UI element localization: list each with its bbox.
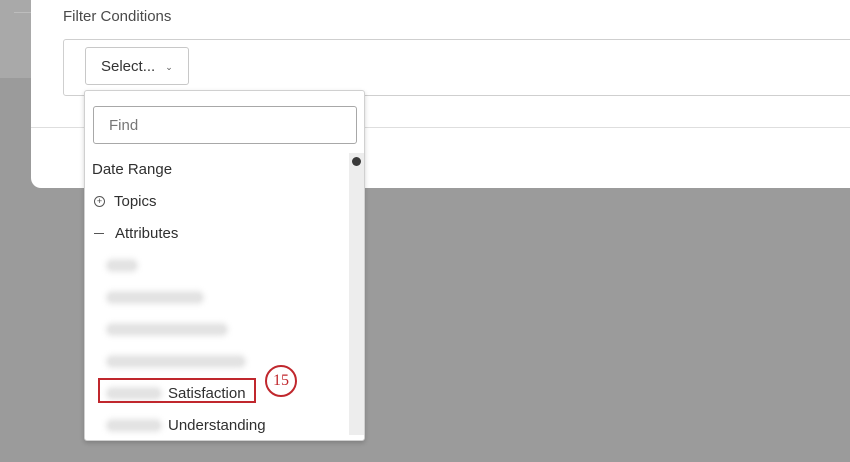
redacted-text (108, 356, 244, 366)
scrollbar-thumb[interactable] (352, 157, 361, 166)
select-button[interactable]: Select... ⌄ (85, 47, 189, 85)
redacted-text (108, 388, 160, 398)
background-panel (0, 0, 32, 78)
redacted-text (108, 420, 160, 430)
attribute-item-satisfaction[interactable]: Satisfaction (108, 382, 246, 404)
select-dropdown-menu: Date Range + Topics Attributes Satisfact… (84, 90, 365, 441)
chevron-down-icon: ⌄ (165, 61, 173, 72)
filter-conditions-label: Filter Conditions (63, 8, 172, 25)
menu-group-topics[interactable]: + Topics (92, 190, 157, 212)
redacted-text (108, 260, 136, 270)
attribute-item-redacted[interactable] (108, 254, 136, 276)
menu-item-label: Attributes (115, 224, 179, 242)
plus-circle-icon[interactable]: + (94, 195, 105, 207)
attribute-item-redacted[interactable] (108, 350, 244, 372)
select-button-label: Select... (101, 57, 156, 75)
redacted-text (108, 292, 202, 302)
menu-group-attributes[interactable]: Attributes (92, 222, 178, 244)
menu-item-label: Date Range (92, 160, 173, 178)
menu-item-date-range[interactable]: Date Range (92, 158, 172, 180)
minus-icon[interactable] (94, 232, 104, 234)
find-input[interactable] (93, 106, 357, 144)
attribute-item-label: Satisfaction (168, 384, 246, 402)
attribute-item-understanding[interactable]: Understanding (108, 414, 266, 436)
redacted-text (108, 324, 226, 334)
scrollbar[interactable] (349, 153, 364, 435)
attribute-item-redacted[interactable] (108, 318, 226, 340)
attribute-item-label: Understanding (168, 416, 266, 434)
attribute-item-redacted[interactable] (108, 286, 202, 308)
menu-item-label: Topics (114, 192, 157, 210)
step-number-badge: 15 (265, 365, 297, 397)
